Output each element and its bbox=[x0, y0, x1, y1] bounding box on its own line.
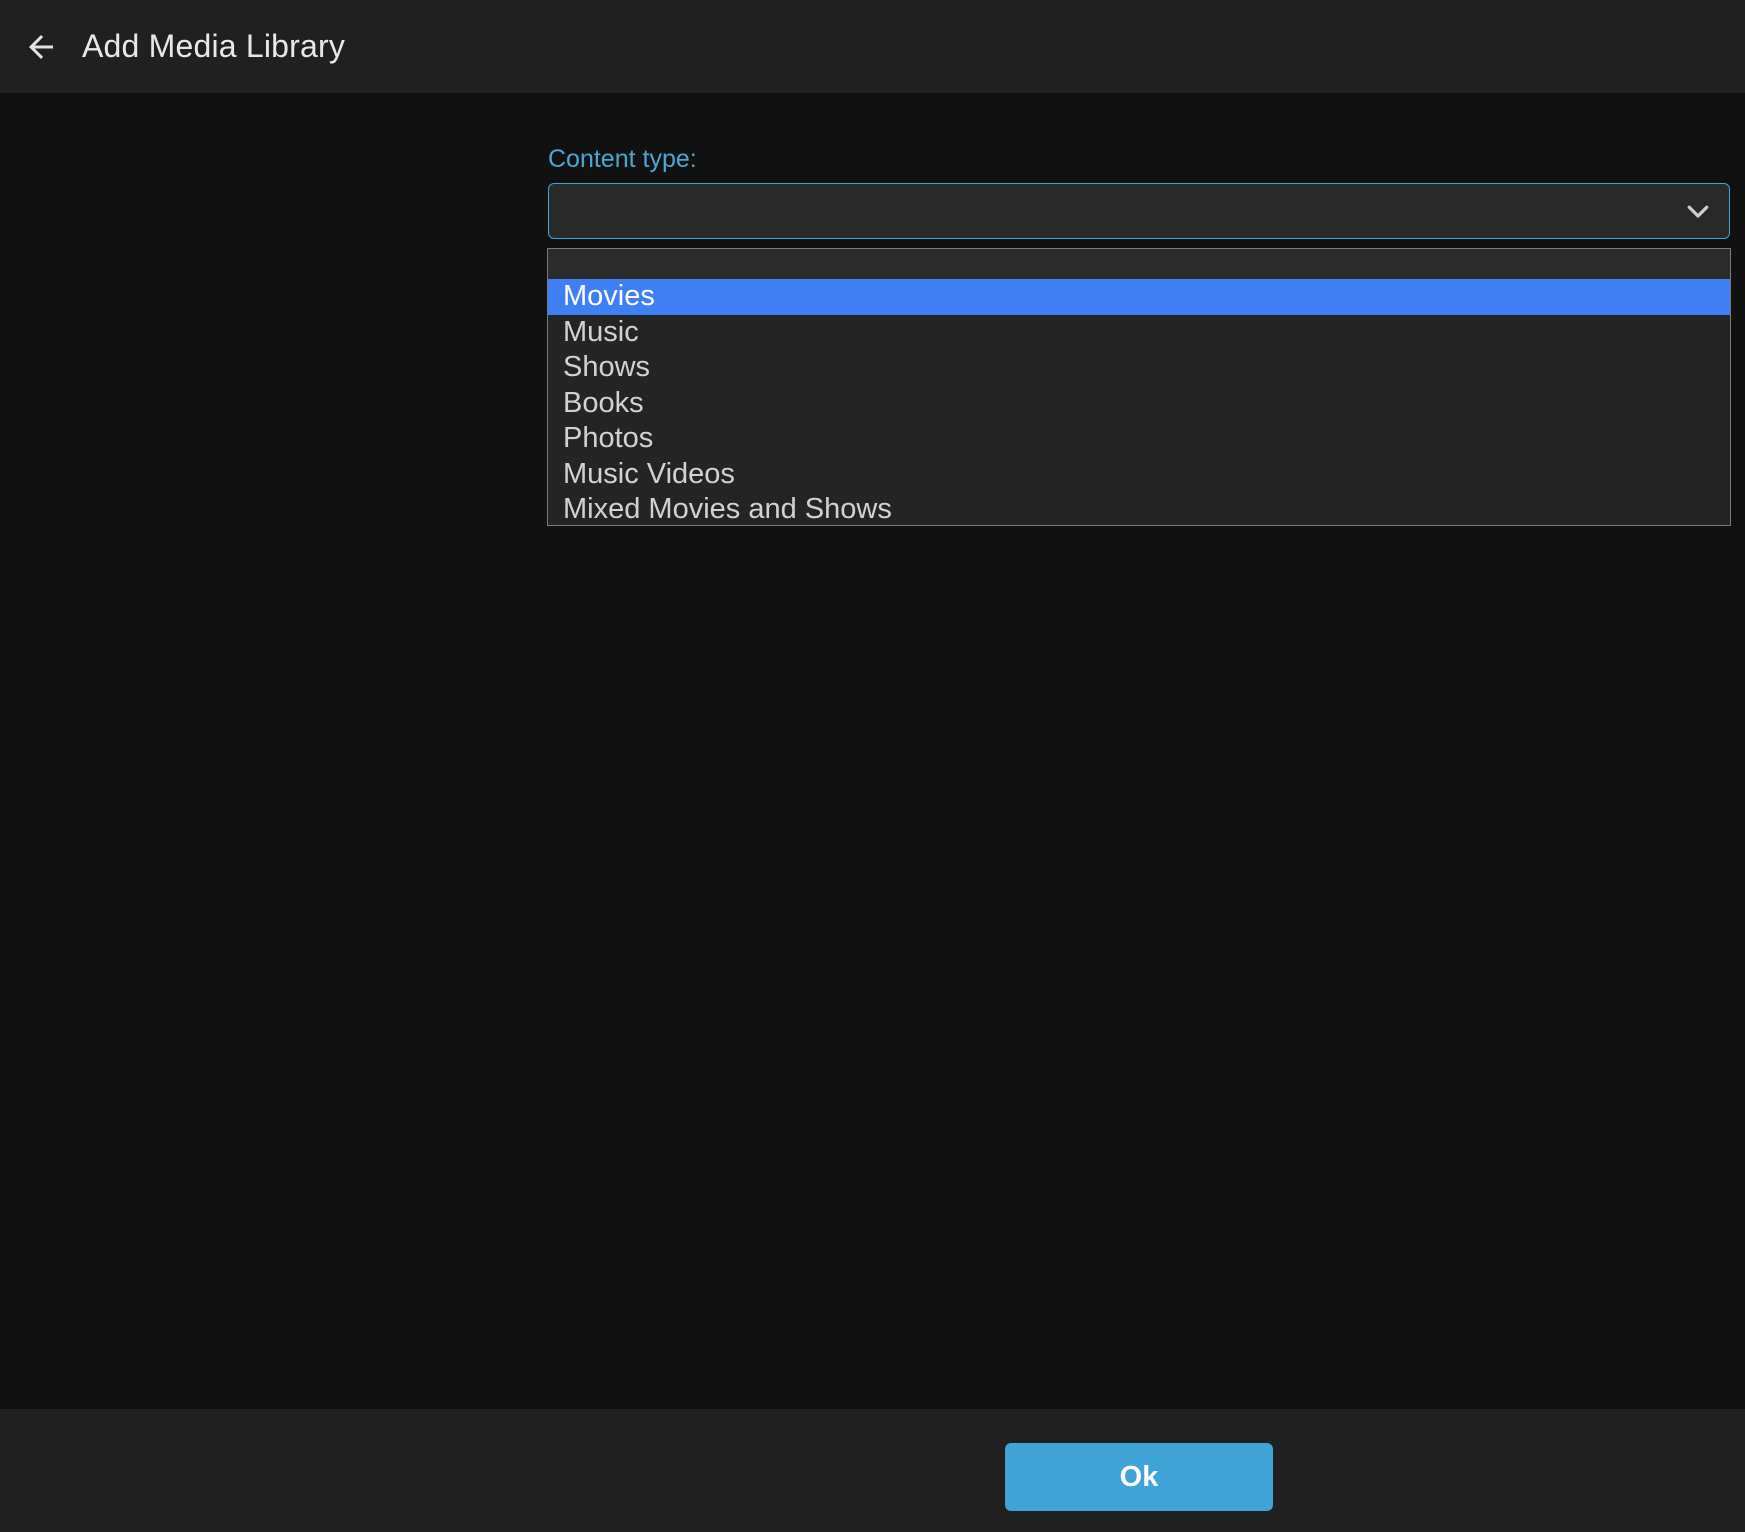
dropdown-option-mixed-movies-and-shows[interactable]: Mixed Movies and Shows bbox=[548, 492, 1730, 526]
library-form: Content type: bbox=[548, 93, 1732, 239]
arrow-left-icon bbox=[23, 29, 59, 65]
add-media-library-page: Add Media Library Content type: Movies M… bbox=[0, 0, 1745, 1532]
footer-bar: Ok bbox=[0, 1409, 1745, 1532]
dropdown-option-music-videos[interactable]: Music Videos bbox=[548, 457, 1730, 493]
dropdown-option-books[interactable]: Books bbox=[548, 386, 1730, 422]
content-type-select[interactable] bbox=[548, 183, 1730, 239]
content-type-label: Content type: bbox=[548, 145, 1732, 174]
content-type-dropdown: Movies Music Shows Books Photos Music Vi… bbox=[547, 248, 1731, 526]
dropdown-option-blank[interactable] bbox=[548, 249, 1730, 279]
dropdown-option-shows[interactable]: Shows bbox=[548, 350, 1730, 386]
ok-button[interactable]: Ok bbox=[1005, 1443, 1273, 1511]
page-title: Add Media Library bbox=[82, 28, 345, 65]
header-bar: Add Media Library bbox=[0, 0, 1745, 93]
dropdown-option-photos[interactable]: Photos bbox=[548, 421, 1730, 457]
dropdown-option-music[interactable]: Music bbox=[548, 315, 1730, 351]
chevron-down-icon bbox=[1681, 194, 1715, 228]
dropdown-option-movies[interactable]: Movies bbox=[548, 279, 1730, 315]
back-button[interactable] bbox=[8, 14, 74, 80]
